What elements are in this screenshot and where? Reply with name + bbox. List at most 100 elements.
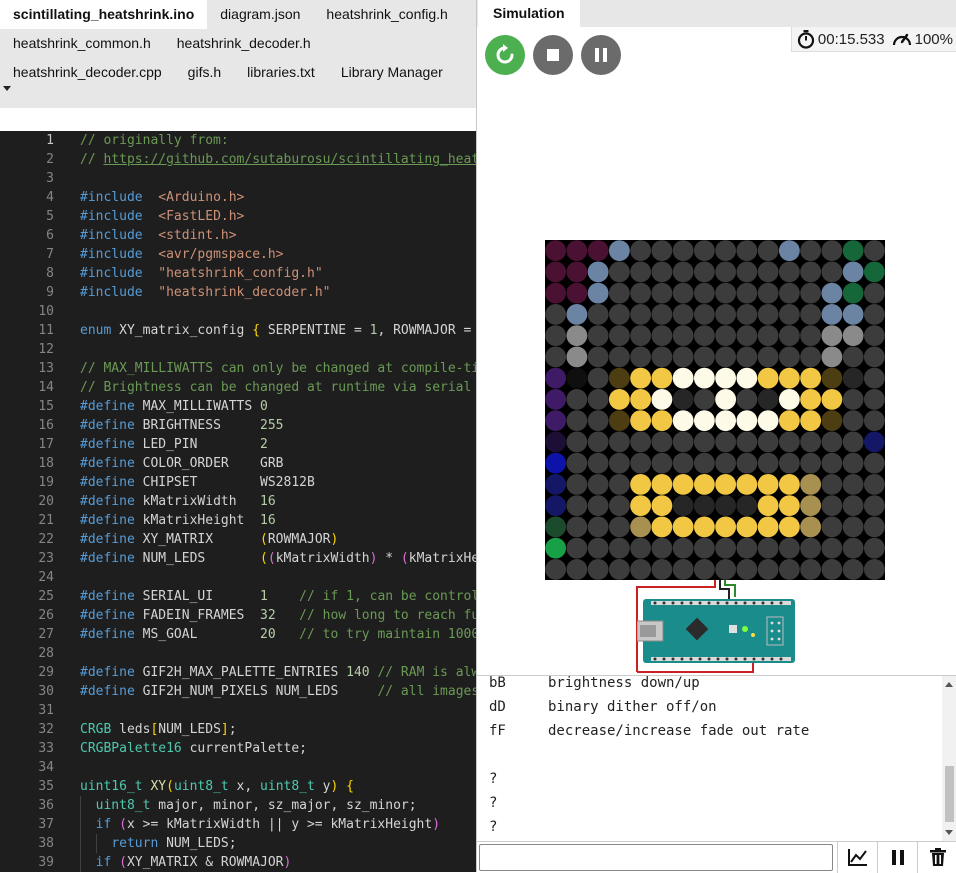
editor-tab[interactable]: libraries.txt — [234, 58, 328, 87]
led-pixel — [800, 346, 822, 368]
line-number: 30 — [38, 684, 54, 699]
code-line[interactable]: 36 uint8_t major, minor, sz_major, sz_mi… — [0, 796, 476, 815]
simulation-canvas[interactable]: 00:15.533 100% — [477, 27, 956, 675]
code-line[interactable]: 38 return NUM_LEDS; — [0, 834, 476, 853]
code-line[interactable]: 19 #define CHIPSET WS2812B — [0, 473, 476, 492]
led-pixel — [587, 410, 609, 432]
code-text: #include <FastLED.h> — [80, 209, 245, 224]
led-pixel — [630, 431, 652, 453]
code-line[interactable]: 5 #include <FastLED.h> — [0, 207, 476, 226]
led-pixel — [545, 473, 567, 495]
code-line[interactable]: 9 #include "heatshrink_decoder.h" — [0, 283, 476, 302]
code-line[interactable]: 12 — [0, 340, 476, 359]
code-line[interactable]: 13 // MAX_MILLIWATTS can only be changed … — [0, 359, 476, 378]
led-pixel — [587, 558, 609, 580]
scroll-up-icon[interactable] — [945, 682, 953, 687]
code-line[interactable]: 37 if (x >= kMatrixWidth || y >= kMatrix… — [0, 815, 476, 834]
editor-tab[interactable]: heatshrink_common.h — [0, 29, 164, 58]
editor-tab[interactable]: gifs.h — [175, 58, 234, 87]
led-pixel — [672, 495, 694, 517]
plotter-button[interactable] — [837, 842, 876, 873]
tab-overflow-chevron-icon[interactable] — [3, 86, 11, 91]
editor-tab[interactable]: heatshrink_config.h — [313, 0, 460, 29]
code-text: #define NUM_LEDS ((kMatrixWidth) * (kMat… — [80, 551, 476, 566]
code-line[interactable]: 16 #define BRIGHTNESS 255 — [0, 416, 476, 435]
code-line[interactable]: 25 #define SERIAL_UI 1 // if 1, can be co… — [0, 587, 476, 606]
code-editor[interactable]: 1 // originally from: 2 // https://github.c… — [0, 131, 476, 872]
scroll-down-icon[interactable] — [945, 830, 953, 835]
code-line[interactable]: 21 #define kMatrixHeight 16 — [0, 511, 476, 530]
serial-line: ? — [489, 795, 498, 811]
code-line[interactable]: 39 if (XY_MATRIX & ROWMAJOR) — [0, 853, 476, 872]
code-line[interactable]: 20 #define kMatrixWidth 16 — [0, 492, 476, 511]
code-line[interactable]: 26 #define FADEIN_FRAMES 32 // how long t… — [0, 606, 476, 625]
code-line[interactable]: 31 — [0, 701, 476, 720]
serial-input[interactable] — [479, 844, 833, 871]
led-pixel — [651, 410, 673, 432]
led-pixel — [672, 410, 694, 432]
code-line[interactable]: 15 #define MAX_MILLIWATTS 0 — [0, 397, 476, 416]
led-pixel — [672, 516, 694, 538]
editor-tab[interactable]: Library Manager — [328, 58, 456, 87]
code-line[interactable]: 33 CRGBPalette16 currentPalette; — [0, 739, 476, 758]
serial-pause-button[interactable] — [877, 842, 916, 873]
code-line[interactable]: 1 // originally from: — [0, 131, 476, 150]
code-line[interactable]: 30 #define GIF2H_NUM_PIXELS NUM_LEDS // a… — [0, 682, 476, 701]
code-line[interactable]: 6 #include <stdint.h> — [0, 226, 476, 245]
led-pixel — [863, 452, 885, 474]
led-pixel — [757, 388, 779, 410]
serial-scrollbar[interactable] — [942, 676, 956, 842]
code-line[interactable]: 17 #define LED_PIN 2 — [0, 435, 476, 454]
led-pixel — [821, 431, 843, 453]
led-matrix[interactable] — [545, 240, 885, 580]
code-line[interactable]: 29 #define GIF2H_MAX_PALETTE_ENTRIES 140 … — [0, 663, 476, 682]
arduino-nano-icon — [636, 599, 795, 663]
line-number: 27 — [38, 627, 54, 642]
code-line[interactable]: 18 #define COLOR_ORDER GRB — [0, 454, 476, 473]
line-number: 21 — [38, 513, 54, 528]
code-line[interactable]: 24 — [0, 568, 476, 587]
led-pixel — [651, 282, 673, 304]
led-pixel — [736, 303, 758, 325]
editor-tab[interactable]: heatshrink_decoder.h — [164, 29, 324, 58]
code-line[interactable]: 3 — [0, 169, 476, 188]
code-line[interactable]: 23 #define NUM_LEDS ((kMatrixWidth) * (kM… — [0, 549, 476, 568]
code-line[interactable]: 11 enum XY_matrix_config { SERPENTINE = 1… — [0, 321, 476, 340]
led-pixel — [715, 452, 737, 474]
code-line[interactable]: 35 uint16_t XY(uint8_t x, uint8_t y) { — [0, 777, 476, 796]
serial-input-bar — [477, 841, 956, 873]
led-pixel — [800, 388, 822, 410]
line-number: 23 — [38, 551, 54, 566]
led-pixel — [672, 367, 694, 389]
arduino-nano-board[interactable] — [636, 597, 797, 667]
editor-tab[interactable]: scintillating_heatshrink.ino — [0, 0, 208, 29]
led-pixel — [545, 516, 567, 538]
led-pixel — [778, 495, 800, 517]
code-line[interactable]: 22 #define XY_MATRIX (ROWMAJOR) — [0, 530, 476, 549]
led-pixel — [800, 431, 822, 453]
code-line[interactable]: 28 — [0, 644, 476, 663]
code-text: #define SERIAL_UI 1 // if 1, can be cont… — [80, 589, 476, 604]
code-line[interactable]: 14 // Brightness can be changed at runtim… — [0, 378, 476, 397]
led-pixel — [821, 410, 843, 432]
code-line[interactable]: 7 #include <avr/pgmspace.h> — [0, 245, 476, 264]
led-pixel — [545, 367, 567, 389]
editor-tab[interactable]: heatshrink_decoder.cpp — [0, 58, 175, 87]
editor-tab[interactable]: diagram.json — [207, 0, 313, 29]
led-pixel — [736, 558, 758, 580]
serial-scrollbar-thumb[interactable] — [945, 766, 954, 822]
code-line[interactable]: 4 #include <Arduino.h> — [0, 188, 476, 207]
code-line[interactable]: 10 — [0, 302, 476, 321]
led-pixel — [757, 410, 779, 432]
led-pixel — [608, 346, 630, 368]
code-line[interactable]: 32 CRGB leds[NUM_LEDS]; — [0, 720, 476, 739]
led-pixel — [800, 367, 822, 389]
led-pixel — [630, 388, 652, 410]
clear-serial-button[interactable] — [917, 842, 956, 873]
serial-monitor[interactable]: bB brightness down/up dD binary dither of… — [477, 675, 956, 842]
code-line[interactable]: 8 #include "heatshrink_config.h" — [0, 264, 476, 283]
code-line[interactable]: 27 #define MS_GOAL 20 // to try maintain … — [0, 625, 476, 644]
code-line[interactable]: 2 // https://github.com/sutaburosu/scinti… — [0, 150, 476, 169]
tab-simulation[interactable]: Simulation — [478, 0, 580, 27]
code-line[interactable]: 34 — [0, 758, 476, 777]
